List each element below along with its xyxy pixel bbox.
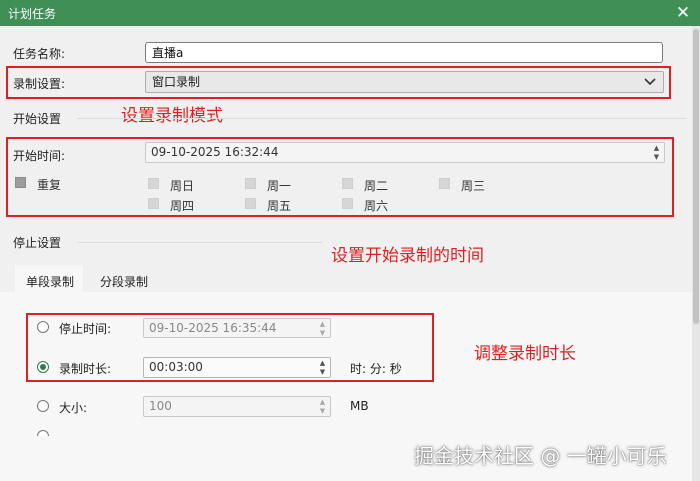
annotation-duration: 调整录制时长 bbox=[474, 344, 576, 364]
size-value: 100 bbox=[149, 399, 172, 413]
watermark-text: 掘金技术社区 @ 一罐小可乐 bbox=[414, 444, 667, 468]
divider bbox=[77, 242, 322, 243]
task-name-input[interactable] bbox=[145, 42, 663, 63]
size-unit: MB bbox=[350, 399, 369, 413]
tab-single-label: 单段录制 bbox=[26, 275, 75, 289]
more-radio[interactable] bbox=[37, 430, 49, 436]
tab-segmented[interactable]: 分段录制 bbox=[87, 265, 159, 293]
tab-single[interactable]: 单段录制 bbox=[15, 265, 83, 293]
annotation-start-time: 设置开始录制的时间 bbox=[331, 246, 484, 266]
spin-down-icon[interactable]: ▼ bbox=[318, 407, 327, 415]
annotation-record-mode: 设置录制模式 bbox=[121, 106, 223, 126]
title-bar: 计划任务 ✕ bbox=[0, 0, 700, 26]
tab-segmented-label: 分段录制 bbox=[100, 275, 149, 289]
scrollbar-thumb[interactable] bbox=[693, 29, 699, 324]
size-radio[interactable] bbox=[37, 400, 49, 412]
close-icon[interactable]: ✕ bbox=[672, 2, 694, 24]
size-spinner[interactable]: 100 ▲ ▼ bbox=[143, 396, 331, 417]
annotation-box-start-time bbox=[6, 137, 674, 217]
spin-up-icon[interactable]: ▲ bbox=[318, 398, 327, 406]
divider bbox=[77, 118, 687, 119]
annotation-box-duration bbox=[26, 313, 434, 382]
annotation-box-record-mode bbox=[6, 66, 671, 99]
window-title: 计划任务 bbox=[8, 7, 57, 21]
stop-settings-heading: 停止设置 bbox=[13, 236, 62, 250]
start-settings-heading: 开始设置 bbox=[13, 112, 62, 126]
size-label: 大小: bbox=[59, 401, 88, 415]
task-name-label: 任务名称: bbox=[13, 47, 66, 61]
